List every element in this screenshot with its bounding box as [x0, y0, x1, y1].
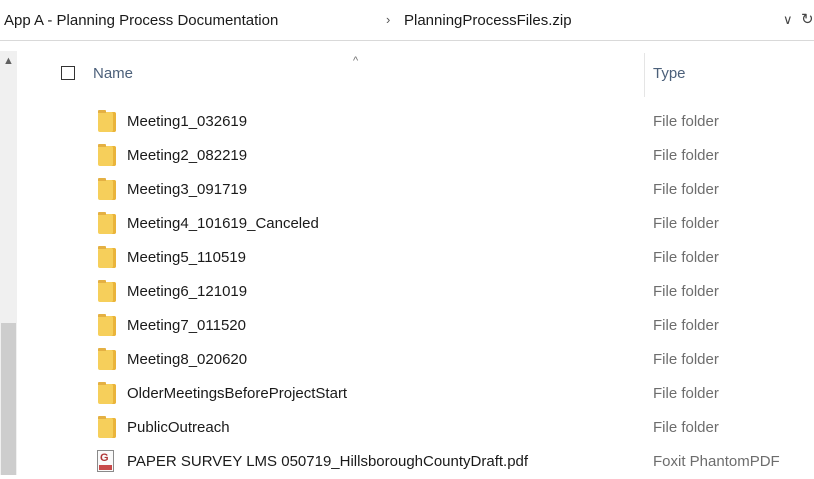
folder-icon [98, 382, 116, 404]
vertical-scrollbar[interactable]: ▲ [0, 51, 17, 475]
file-list-row[interactable]: Meeting6_121019 File folder [17, 275, 814, 309]
chevron-right-icon[interactable]: › [386, 12, 390, 27]
file-list-row[interactable]: Meeting8_020620 File folder [17, 343, 814, 377]
file-name: Meeting6_121019 [127, 283, 248, 300]
file-list-row[interactable]: Meeting5_110519 File folder [17, 241, 814, 275]
refresh-icon[interactable]: ↻ [801, 10, 814, 28]
file-list-row[interactable]: Meeting3_091719 File folder [17, 173, 814, 207]
address-bar[interactable]: App A - Planning Process Documentation ›… [0, 0, 814, 41]
file-type: File folder [653, 385, 719, 402]
file-list-row[interactable]: Meeting7_011520 File folder [17, 309, 814, 343]
file-name: Meeting3_091719 [127, 181, 248, 198]
breadcrumb-app-a[interactable]: App A - Planning Process Documentation [4, 12, 278, 29]
column-header-row: Name ^ Type [17, 51, 814, 97]
file-list-row[interactable]: Meeting2_082219 File folder [17, 139, 814, 173]
file-type: File folder [653, 215, 719, 232]
folder-icon [98, 144, 116, 166]
select-all-checkbox[interactable] [61, 66, 75, 80]
file-type: File folder [653, 351, 719, 368]
column-header-name[interactable]: Name [93, 65, 133, 82]
folder-icon [98, 348, 116, 370]
folder-icon [98, 416, 116, 438]
file-name: Meeting7_011520 [127, 317, 246, 334]
file-type: Foxit PhantomPDF [653, 453, 780, 470]
file-name: Meeting2_082219 [127, 147, 248, 164]
folder-icon [98, 314, 116, 336]
file-list-row[interactable]: OlderMeetingsBeforeProjectStart File fold… [17, 377, 814, 411]
file-type: File folder [653, 317, 719, 334]
column-header-type[interactable]: Type [653, 65, 686, 82]
file-type: File folder [653, 113, 719, 130]
file-name: PublicOutreach [127, 419, 230, 436]
file-name: Meeting1_032619 [127, 113, 248, 130]
file-type: File folder [653, 283, 719, 300]
folder-icon [98, 212, 116, 234]
file-type: File folder [653, 419, 719, 436]
file-type: File folder [653, 181, 719, 198]
file-name: OlderMeetingsBeforeProjectStart [127, 385, 348, 402]
file-name: Meeting5_110519 [127, 249, 246, 266]
pdf-file-icon: G [97, 450, 114, 472]
file-list-row[interactable]: Meeting1_032619 File folder [17, 105, 814, 139]
folder-icon [98, 110, 116, 132]
scrollbar-thumb[interactable] [1, 323, 16, 475]
breadcrumb-zip[interactable]: PlanningProcessFiles.zip [404, 12, 572, 29]
sort-ascending-caret-icon: ^ [353, 55, 359, 67]
folder-icon [98, 178, 116, 200]
file-name: PAPER SURVEY LMS 050719_HillsboroughCoun… [127, 453, 529, 470]
file-type: File folder [653, 147, 719, 164]
scroll-up-arrow-icon[interactable]: ▲ [3, 55, 14, 67]
chevron-down-icon[interactable]: ∨ [783, 12, 793, 28]
folder-icon [98, 280, 116, 302]
file-name: Meeting8_020620 [127, 351, 248, 368]
file-type: File folder [653, 249, 719, 266]
column-divider[interactable] [644, 53, 645, 97]
file-list-row[interactable]: G PAPER SURVEY LMS 050719_HillsboroughCou… [17, 445, 814, 479]
file-list-row[interactable]: Meeting4_101619_Canceled File folder [17, 207, 814, 241]
folder-icon [98, 246, 116, 268]
file-name: Meeting4_101619_Canceled [127, 215, 319, 232]
file-list-row[interactable]: PublicOutreach File folder [17, 411, 814, 445]
